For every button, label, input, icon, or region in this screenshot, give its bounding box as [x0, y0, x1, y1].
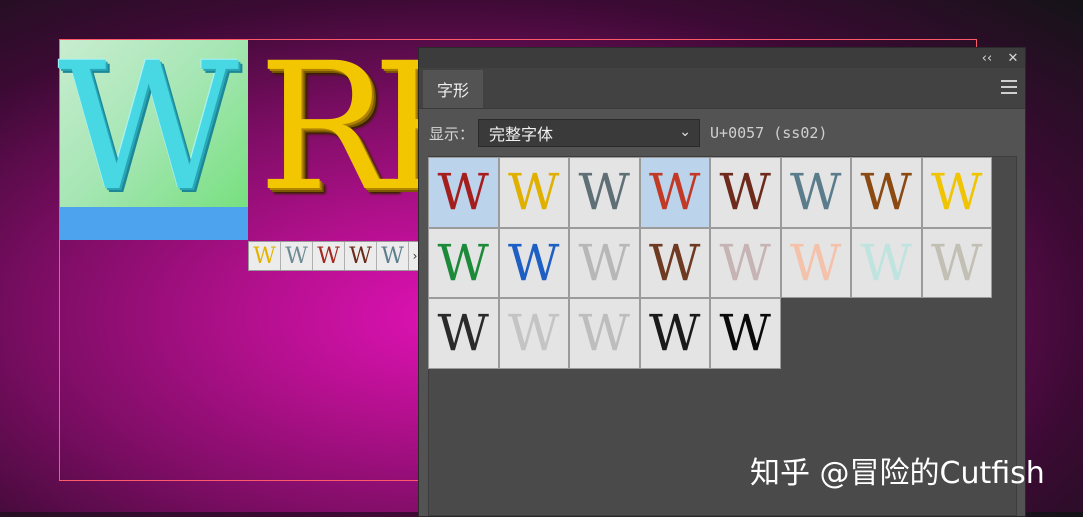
glyph-cell[interactable]: W: [710, 157, 781, 228]
glyph-cell[interactable]: W: [851, 227, 922, 298]
glyph-cell[interactable]: W: [710, 227, 781, 298]
glyph-cell[interactable]: W: [569, 227, 640, 298]
glyph-cell[interactable]: W: [569, 298, 640, 369]
glyph-cell[interactable]: W: [498, 298, 569, 369]
panel-title-bar: ‹‹ ✕: [419, 48, 1025, 68]
show-label: 显示：: [429, 124, 475, 143]
chevron-down-icon: ⌄: [679, 124, 692, 140]
glyph-cell[interactable]: W: [710, 298, 781, 369]
tab-glyphs[interactable]: 字形: [423, 70, 483, 108]
glyph-cell[interactable]: W: [851, 157, 922, 228]
glyph-cell[interactable]: W: [498, 157, 569, 228]
glyph-alternates-strip: W W W W W ›: [248, 241, 422, 271]
glyph-cell[interactable]: W: [428, 157, 499, 228]
glyph-cell[interactable]: W: [428, 298, 499, 369]
glyph-cell[interactable]: W: [639, 298, 710, 369]
alternate-glyph[interactable]: W: [249, 242, 281, 270]
glyph-cell[interactable]: W: [780, 227, 851, 298]
glyph-cell[interactable]: W: [639, 157, 710, 228]
show-select-value: 完整字体: [489, 125, 554, 144]
glyph-cell[interactable]: W: [498, 227, 569, 298]
collapse-icon[interactable]: ‹‹: [977, 48, 997, 68]
glyph-cell[interactable]: W: [639, 227, 710, 298]
canvas-letter-partial[interactable]: R: [372, 40, 420, 216]
alternate-glyph[interactable]: W: [345, 242, 377, 270]
alternate-glyph[interactable]: W: [313, 242, 345, 270]
unicode-value: U+0057 (ss02): [710, 124, 828, 142]
panel-menu-icon[interactable]: [1001, 80, 1017, 94]
watermark: 知乎 @冒险的Cutfish: [750, 456, 1045, 491]
glyph-grid: WWWWWWWWWWWWWWWWWWWWW: [428, 157, 992, 369]
glyph-cell[interactable]: W: [569, 157, 640, 228]
glyph-cell[interactable]: W: [428, 227, 499, 298]
glyph-cell[interactable]: W: [921, 157, 992, 228]
glyph-cell[interactable]: W: [780, 157, 851, 228]
glyph-cell[interactable]: W: [921, 227, 992, 298]
canvas-letter-r[interactable]: R: [258, 40, 391, 216]
show-select[interactable]: 完整字体 ⌄: [478, 119, 701, 147]
show-row: 显示： 完整字体 ⌄ U+0057 (ss02): [429, 118, 827, 148]
alternate-glyph[interactable]: W: [377, 242, 409, 270]
canvas-letter-w[interactable]: W: [58, 40, 239, 216]
alternate-glyph[interactable]: W: [281, 242, 313, 270]
close-icon[interactable]: ✕: [1003, 48, 1023, 68]
panel-tab-bar: 字形: [419, 68, 1025, 109]
glyphs-panel: ‹‹ ✕ 字形 显示： 完整字体 ⌄ U+0057 (ss02) WWWWWWW…: [418, 47, 1026, 517]
